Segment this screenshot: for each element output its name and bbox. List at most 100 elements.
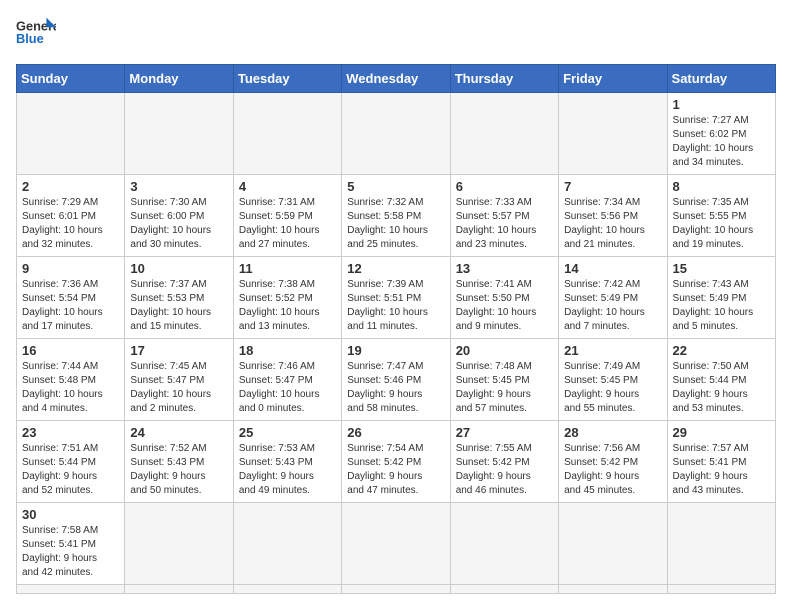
day-number: 21 (564, 343, 661, 358)
calendar-day (559, 503, 667, 585)
calendar-day: 22Sunrise: 7:50 AMSunset: 5:44 PMDayligh… (667, 339, 775, 421)
day-info: Sunrise: 7:56 AMSunset: 5:42 PMDaylight:… (564, 442, 661, 498)
day-info: Sunrise: 7:32 AMSunset: 5:58 PMDaylight:… (347, 196, 444, 252)
day-info: Sunrise: 7:55 AMSunset: 5:42 PMDaylight:… (456, 442, 553, 498)
day-info: Sunrise: 7:34 AMSunset: 5:56 PMDaylight:… (564, 196, 661, 252)
logo-icon: General Blue (16, 16, 56, 52)
day-number: 29 (673, 425, 770, 440)
day-number: 8 (673, 179, 770, 194)
day-number: 28 (564, 425, 661, 440)
day-info: Sunrise: 7:36 AMSunset: 5:54 PMDaylight:… (22, 278, 119, 334)
calendar-day: 6 Sunrise: 7:33 AMSunset: 5:57 PMDaylight… (450, 175, 558, 257)
day-number: 3 (130, 179, 227, 194)
calendar-day: 1 Sunrise: 7:27 AMSunset: 6:02 PMDaylight… (667, 93, 775, 175)
day-number: 18 (239, 343, 336, 358)
calendar-day: 9 Sunrise: 7:36 AMSunset: 5:54 PMDaylight… (17, 257, 125, 339)
day-info: Sunrise: 7:39 AMSunset: 5:51 PMDaylight:… (347, 278, 444, 334)
calendar-day: 3 Sunrise: 7:30 AMSunset: 6:00 PMDaylight… (125, 175, 233, 257)
calendar-week-row (17, 585, 776, 594)
day-info: Sunrise: 7:58 AMSunset: 5:41 PMDaylight:… (22, 524, 119, 580)
day-info: Sunrise: 7:54 AMSunset: 5:42 PMDaylight:… (347, 442, 444, 498)
day-number: 4 (239, 179, 336, 194)
day-number: 24 (130, 425, 227, 440)
day-info: Sunrise: 7:43 AMSunset: 5:49 PMDaylight:… (673, 278, 770, 334)
calendar-day (450, 93, 558, 175)
calendar-day: 16 Sunrise: 7:44 AMSunset: 5:48 PMDayligh… (17, 339, 125, 421)
calendar-day (233, 503, 341, 585)
day-number: 26 (347, 425, 444, 440)
calendar-day: 8 Sunrise: 7:35 AMSunset: 5:55 PMDaylight… (667, 175, 775, 257)
calendar-day (17, 93, 125, 175)
day-info: Sunrise: 7:49 AMSunset: 5:45 PMDaylight:… (564, 360, 661, 416)
weekday-header-saturday: Saturday (667, 65, 775, 93)
calendar-week-row: 2 Sunrise: 7:29 AMSunset: 6:01 PMDaylight… (17, 175, 776, 257)
calendar-day (559, 585, 667, 594)
day-info: Sunrise: 7:51 AMSunset: 5:44 PMDaylight:… (22, 442, 119, 498)
day-number: 14 (564, 261, 661, 276)
calendar-week-row: 16 Sunrise: 7:44 AMSunset: 5:48 PMDayligh… (17, 339, 776, 421)
logo: General Blue (16, 16, 56, 52)
day-number: 11 (239, 261, 336, 276)
calendar-day: 25Sunrise: 7:53 AMSunset: 5:43 PMDayligh… (233, 421, 341, 503)
weekday-header-wednesday: Wednesday (342, 65, 450, 93)
calendar-day: 20Sunrise: 7:48 AMSunset: 5:45 PMDayligh… (450, 339, 558, 421)
day-info: Sunrise: 7:52 AMSunset: 5:43 PMDaylight:… (130, 442, 227, 498)
calendar-day: 5 Sunrise: 7:32 AMSunset: 5:58 PMDaylight… (342, 175, 450, 257)
calendar-day: 15 Sunrise: 7:43 AMSunset: 5:49 PMDayligh… (667, 257, 775, 339)
calendar-week-row: 1 Sunrise: 7:27 AMSunset: 6:02 PMDaylight… (17, 93, 776, 175)
svg-text:Blue: Blue (16, 31, 44, 46)
day-info: Sunrise: 7:30 AMSunset: 6:00 PMDaylight:… (130, 196, 227, 252)
day-info: Sunrise: 7:42 AMSunset: 5:49 PMDaylight:… (564, 278, 661, 334)
day-number: 9 (22, 261, 119, 276)
calendar-day: 19Sunrise: 7:47 AMSunset: 5:46 PMDayligh… (342, 339, 450, 421)
calendar-day: 14 Sunrise: 7:42 AMSunset: 5:49 PMDayligh… (559, 257, 667, 339)
day-number: 15 (673, 261, 770, 276)
day-info: Sunrise: 7:35 AMSunset: 5:55 PMDaylight:… (673, 196, 770, 252)
day-number: 25 (239, 425, 336, 440)
calendar-day (667, 503, 775, 585)
calendar-day: 11 Sunrise: 7:38 AMSunset: 5:52 PMDayligh… (233, 257, 341, 339)
calendar-day: 27 Sunrise: 7:55 AMSunset: 5:42 PMDayligh… (450, 421, 558, 503)
day-info: Sunrise: 7:29 AMSunset: 6:01 PMDaylight:… (22, 196, 119, 252)
day-info: Sunrise: 7:37 AMSunset: 5:53 PMDaylight:… (130, 278, 227, 334)
calendar-week-row: 23 Sunrise: 7:51 AMSunset: 5:44 PMDayligh… (17, 421, 776, 503)
day-number: 16 (22, 343, 119, 358)
calendar-day: 26 Sunrise: 7:54 AMSunset: 5:42 PMDayligh… (342, 421, 450, 503)
day-info: Sunrise: 7:33 AMSunset: 5:57 PMDaylight:… (456, 196, 553, 252)
calendar-day (559, 93, 667, 175)
day-info: Sunrise: 7:50 AMSunset: 5:44 PMDaylight:… (673, 360, 770, 416)
calendar-day (233, 585, 341, 594)
calendar-day (125, 585, 233, 594)
calendar-day (342, 503, 450, 585)
calendar-day: 29Sunrise: 7:57 AMSunset: 5:41 PMDayligh… (667, 421, 775, 503)
day-number: 5 (347, 179, 444, 194)
day-number: 27 (456, 425, 553, 440)
calendar-day: 7Sunrise: 7:34 AMSunset: 5:56 PMDaylight… (559, 175, 667, 257)
day-number: 1 (673, 97, 770, 112)
day-number: 23 (22, 425, 119, 440)
calendar-day (125, 93, 233, 175)
calendar-day: 2 Sunrise: 7:29 AMSunset: 6:01 PMDaylight… (17, 175, 125, 257)
day-number: 2 (22, 179, 119, 194)
day-info: Sunrise: 7:38 AMSunset: 5:52 PMDaylight:… (239, 278, 336, 334)
weekday-header-monday: Monday (125, 65, 233, 93)
day-info: Sunrise: 7:46 AMSunset: 5:47 PMDaylight:… (239, 360, 336, 416)
day-info: Sunrise: 7:44 AMSunset: 5:48 PMDaylight:… (22, 360, 119, 416)
calendar-week-row: 30 Sunrise: 7:58 AMSunset: 5:41 PMDayligh… (17, 503, 776, 585)
calendar-day (17, 585, 125, 594)
calendar-day: 18 Sunrise: 7:46 AMSunset: 5:47 PMDayligh… (233, 339, 341, 421)
weekday-header-tuesday: Tuesday (233, 65, 341, 93)
day-number: 6 (456, 179, 553, 194)
calendar-day: 30 Sunrise: 7:58 AMSunset: 5:41 PMDayligh… (17, 503, 125, 585)
day-number: 10 (130, 261, 227, 276)
day-number: 12 (347, 261, 444, 276)
calendar-day: 13Sunrise: 7:41 AMSunset: 5:50 PMDayligh… (450, 257, 558, 339)
day-number: 30 (22, 507, 119, 522)
calendar-day: 28 Sunrise: 7:56 AMSunset: 5:42 PMDayligh… (559, 421, 667, 503)
day-info: Sunrise: 7:47 AMSunset: 5:46 PMDaylight:… (347, 360, 444, 416)
day-info: Sunrise: 7:27 AMSunset: 6:02 PMDaylight:… (673, 114, 770, 170)
calendar-day (667, 585, 775, 594)
calendar-day: 24 Sunrise: 7:52 AMSunset: 5:43 PMDayligh… (125, 421, 233, 503)
calendar-week-row: 9 Sunrise: 7:36 AMSunset: 5:54 PMDaylight… (17, 257, 776, 339)
calendar-day: 10 Sunrise: 7:37 AMSunset: 5:53 PMDayligh… (125, 257, 233, 339)
